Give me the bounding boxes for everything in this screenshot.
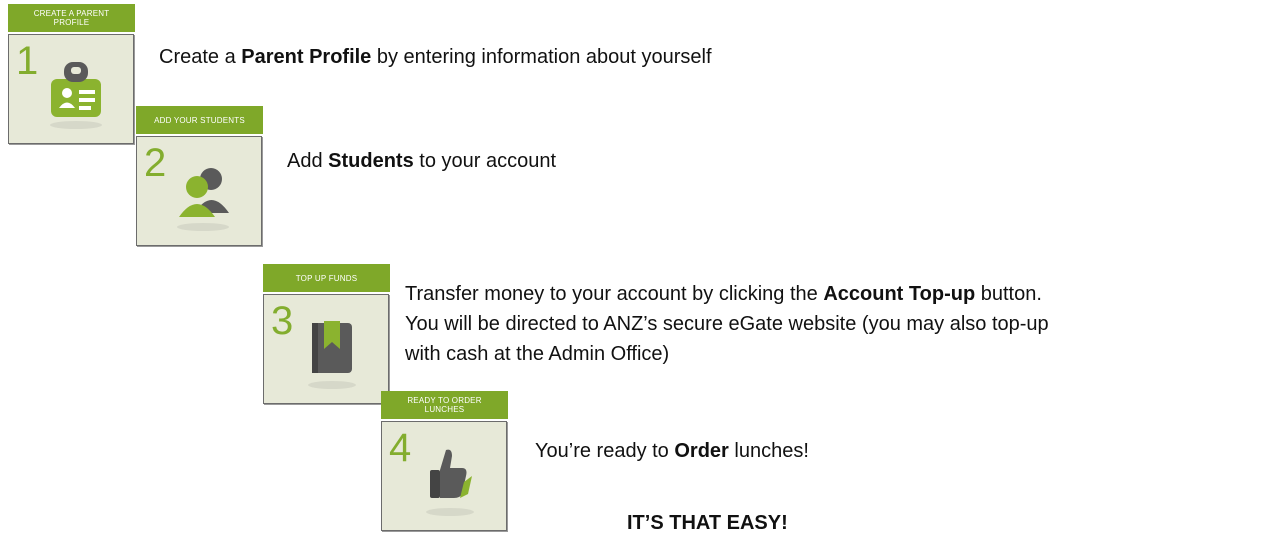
step-1-number: 1: [16, 39, 39, 83]
bookmark-book-icon: [308, 321, 356, 389]
step-2-description: Add Students to your account: [287, 150, 557, 172]
step-2-number: 2: [144, 141, 167, 185]
step-1-banner: CREATE A PARENT PROFILE: [8, 4, 135, 32]
step-1-tile: 1: [8, 34, 134, 144]
step-4-tile: 4: [381, 421, 507, 531]
step-3-tile: 3: [263, 294, 389, 404]
step-2-tile: 2: [136, 136, 262, 246]
step-3-number: 3: [271, 299, 294, 343]
footer-tagline: IT’S THAT EASY!: [627, 512, 788, 534]
users-icon: [177, 168, 229, 231]
step-3-banner: TOP UP FUNDS: [263, 264, 390, 292]
step-1-description: Create a Parent Profile by entering info…: [159, 46, 712, 68]
step-3-description: Transfer money to your account by clicki…: [405, 283, 1049, 365]
id-badge-icon: [50, 62, 102, 129]
step-4-description: You’re ready to Order lunches!: [535, 440, 809, 462]
thumbs-up-icon: [426, 449, 474, 516]
step-4-banner: READY TO ORDER LUNCHES: [381, 391, 508, 419]
step-2-banner: ADD YOUR STUDENTS: [136, 106, 263, 134]
step-4-number: 4: [389, 426, 412, 470]
